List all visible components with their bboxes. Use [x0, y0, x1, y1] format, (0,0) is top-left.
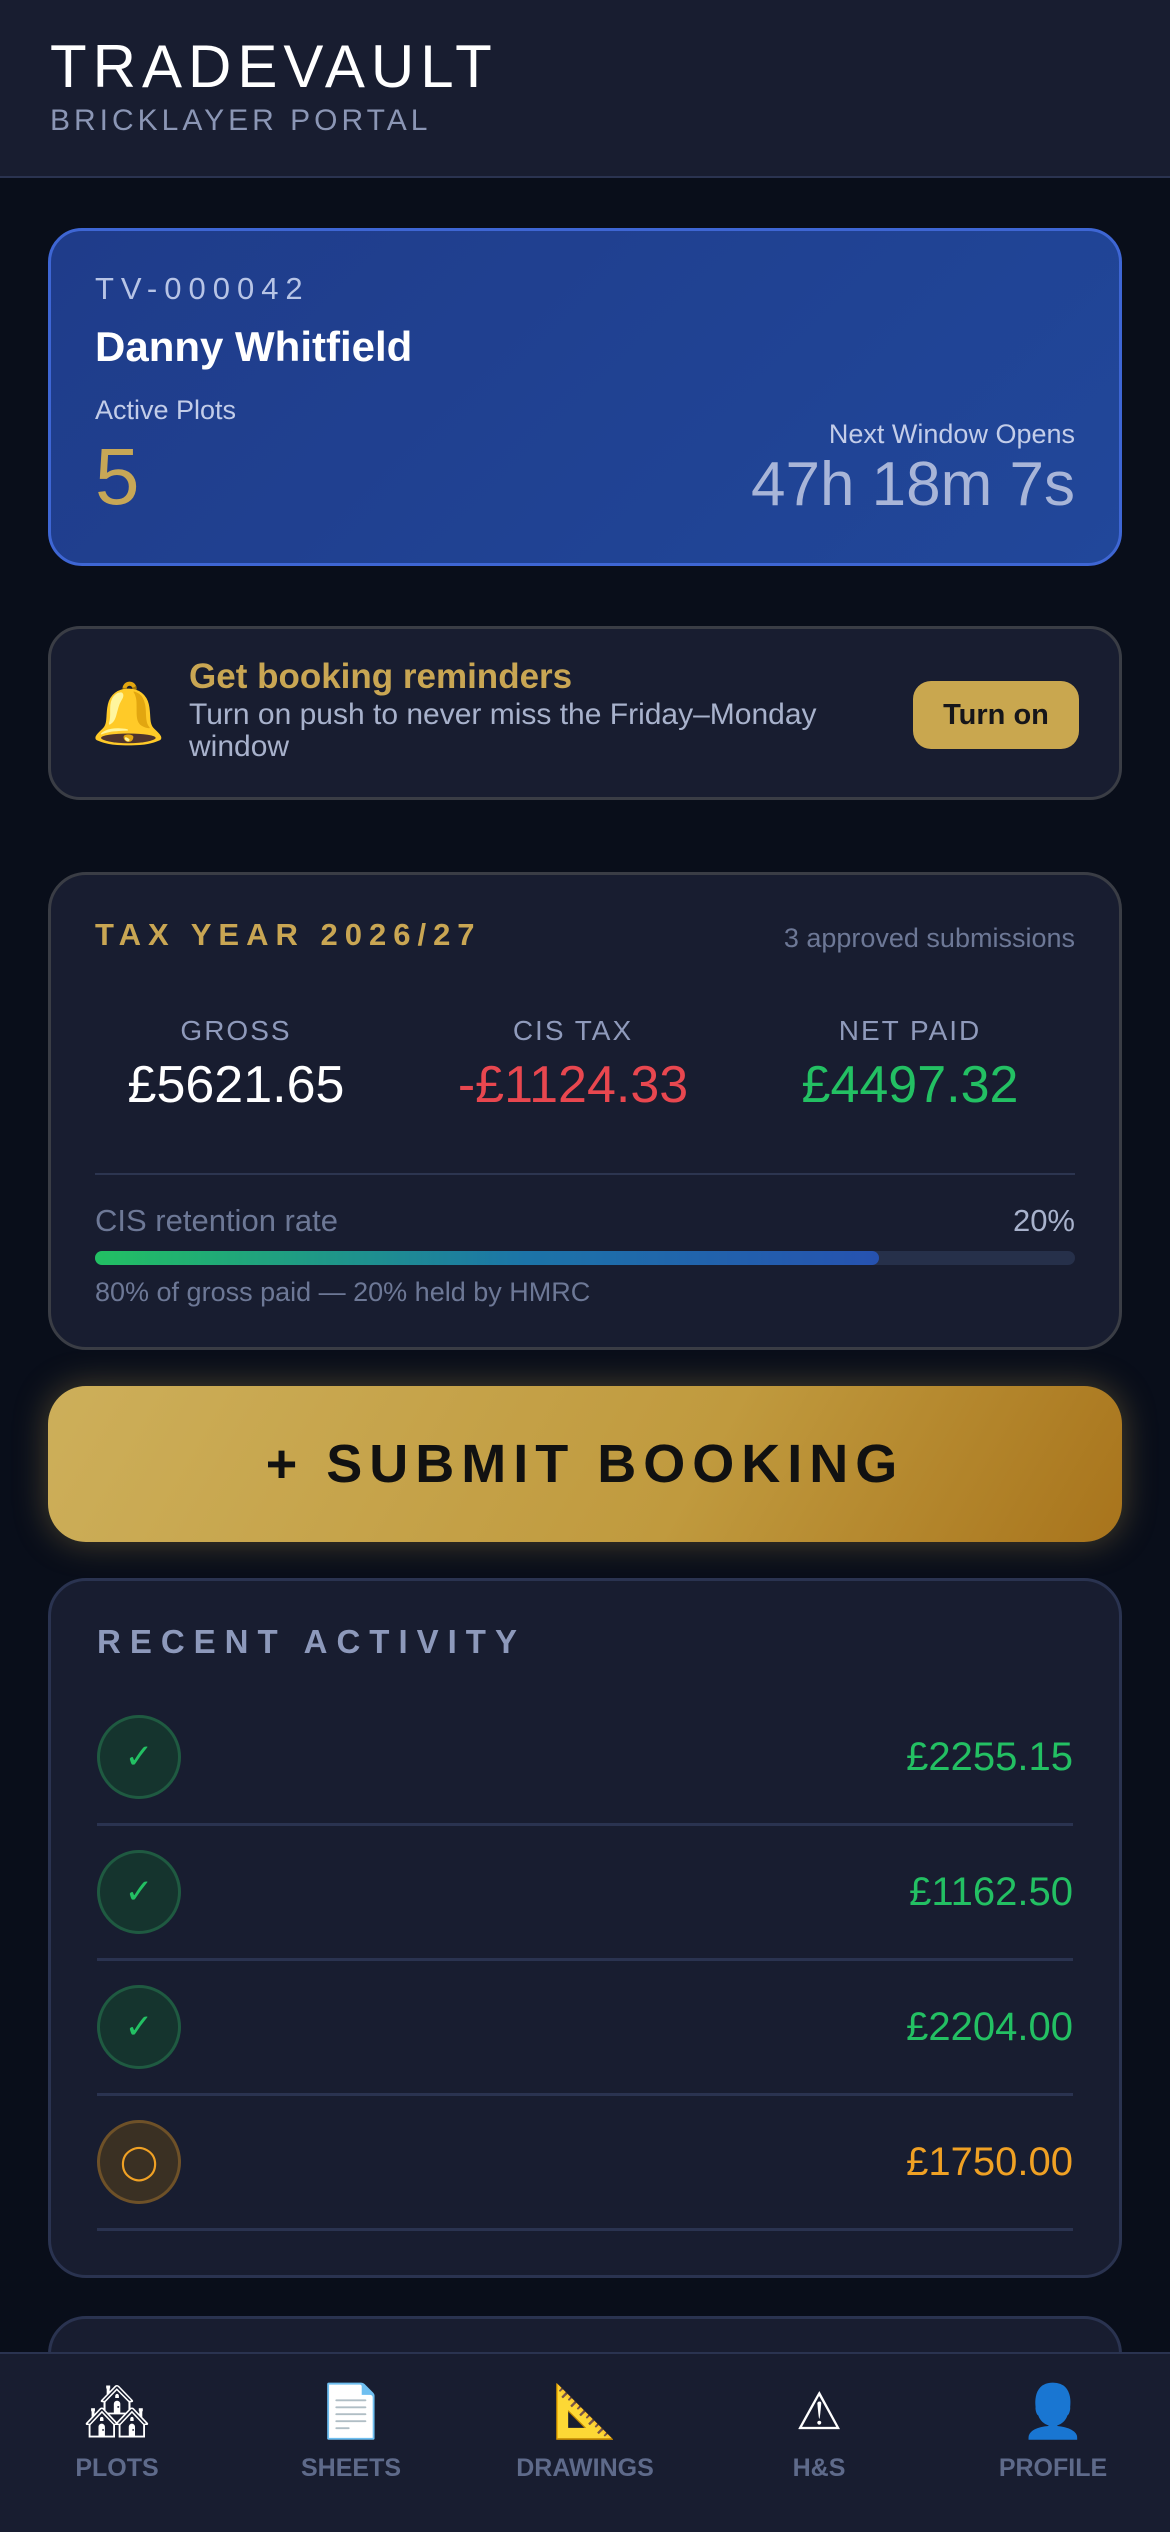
activity-amount: £1162.50	[909, 1870, 1073, 1914]
bottom-navigation: 🏘 PLOTS 📄 SHEETS 📐 DRAWINGS ⚠ H&S 👤 PROF…	[0, 2352, 1170, 2532]
net-paid-stat: NET PAID £4497.32	[745, 1015, 1075, 1115]
nav-label-sheets: SHEETS	[300, 2454, 402, 2482]
brand-subtitle: BRICKLAYER PORTAL	[50, 104, 432, 137]
houses-icon: 🏘	[83, 2383, 150, 2441]
activity-list: ✓ £2255.15 ✓ £1162.50 ✓ £2204.00 ◯ £1750…	[97, 1691, 1073, 2231]
nav-item-sheets[interactable]: 📄 SHEETS	[234, 2354, 468, 2532]
activity-item[interactable]: ✓ £1162.50	[97, 1826, 1073, 1961]
cis-tax-value: -£1124.33	[457, 1056, 689, 1114]
warning-icon: ⚠	[795, 2383, 843, 2441]
activity-item[interactable]: ✓ £2204.00	[97, 1961, 1073, 2096]
cis-tax-label: CIS TAX	[512, 1015, 634, 1046]
check-icon: ✓	[97, 1715, 181, 1799]
approved-submissions-count: 3 approved submissions	[783, 923, 1075, 953]
reminder-title: Get booking reminders	[189, 657, 573, 696]
document-icon: 📄	[318, 2383, 384, 2441]
retention-rate-label: CIS retention rate	[95, 1203, 338, 1238]
net-paid-label: NET PAID	[838, 1015, 982, 1046]
nav-label-profile: PROFILE	[998, 2454, 1108, 2482]
check-icon: ✓	[97, 1850, 181, 1934]
retention-progress-bar	[95, 1251, 1075, 1265]
profile-card: TV-000042 Danny Whitfield Active Plots 5…	[48, 228, 1122, 566]
turn-on-reminders-button[interactable]: Turn on	[913, 681, 1079, 749]
activity-item[interactable]: ✓ £2255.15	[97, 1691, 1073, 1826]
triangle-ruler-icon: 📐	[552, 2383, 618, 2441]
nav-item-plots[interactable]: 🏘 PLOTS	[0, 2354, 234, 2532]
retention-rate-value: 20%	[1012, 1203, 1075, 1238]
net-paid-value: £4497.32	[801, 1056, 1019, 1114]
check-icon: ✓	[97, 1985, 181, 2069]
cis-tax-stat: CIS TAX -£1124.33	[408, 1015, 738, 1115]
nav-item-health-safety[interactable]: ⚠ H&S	[702, 2354, 936, 2532]
activity-item[interactable]: ◯ £1750.00	[97, 2096, 1073, 2231]
brand-logo-text: TRADEVAULT	[50, 33, 498, 100]
active-plots-count: 5	[95, 432, 140, 521]
tax-year-summary-card: TAX YEAR 2026/27 3 approved submissions …	[48, 872, 1122, 1350]
member-id: TV-000042	[95, 271, 310, 306]
submit-booking-button[interactable]: + SUBMIT BOOKING	[48, 1386, 1122, 1542]
gross-label: GROSS	[180, 1015, 292, 1046]
tax-year-title: TAX YEAR 2026/27	[95, 917, 482, 952]
retention-note: 80% of gross paid — 20% held by HMRC	[95, 1277, 591, 1307]
recent-activity-card: RECENT ACTIVITY ✓ £2255.15 ✓ £1162.50 ✓ …	[48, 1578, 1122, 2278]
next-window-label: Next Window Opens	[828, 419, 1075, 449]
bell-icon: 🔔	[91, 680, 166, 747]
nav-label-health-safety: H&S	[792, 2454, 846, 2482]
nav-label-drawings: DRAWINGS	[516, 2454, 654, 2482]
recent-activity-title: RECENT ACTIVITY	[97, 1623, 526, 1660]
user-icon: 👤	[1020, 2383, 1086, 2441]
activity-amount: £2255.15	[906, 1735, 1073, 1779]
active-plots-label: Active Plots	[95, 395, 237, 425]
pending-icon: ◯	[97, 2120, 181, 2204]
app-header: TRADEVAULT BRICKLAYER PORTAL	[0, 0, 1170, 178]
gross-stat: GROSS £5621.65	[71, 1015, 401, 1115]
divider	[95, 1173, 1075, 1175]
activity-amount: £2204.00	[906, 2005, 1073, 2049]
reminder-description: Turn on push to never miss the Friday–Mo…	[189, 698, 817, 763]
retention-progress-fill	[95, 1251, 879, 1265]
member-name: Danny Whitfield	[95, 323, 413, 370]
gross-value: £5621.65	[127, 1056, 345, 1114]
booking-reminder-banner: 🔔 Get booking reminders Turn on push to …	[48, 626, 1122, 800]
nav-label-plots: PLOTS	[75, 2454, 159, 2482]
nav-item-drawings[interactable]: 📐 DRAWINGS	[468, 2354, 702, 2532]
activity-amount: £1750.00	[906, 2140, 1073, 2184]
nav-item-profile[interactable]: 👤 PROFILE	[936, 2354, 1170, 2532]
next-window-countdown: 47h 18m 7s	[751, 450, 1075, 519]
